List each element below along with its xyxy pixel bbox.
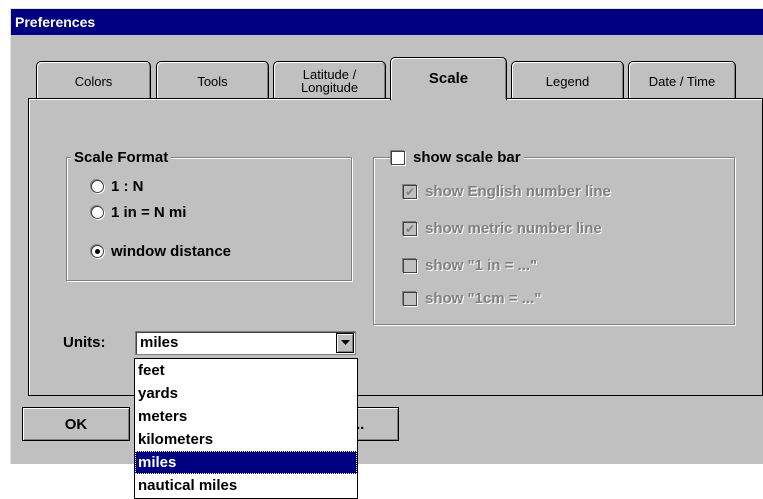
tab-latitude-longitude[interactable]: Latitude / Longitude bbox=[273, 61, 386, 100]
units-label: Units: bbox=[63, 334, 106, 351]
tab-legend[interactable]: Legend bbox=[511, 61, 624, 100]
chevron-down-icon bbox=[340, 340, 350, 345]
radio-button-icon bbox=[91, 206, 104, 219]
window-title: Preferences bbox=[11, 9, 763, 35]
radio-label: 1 : N bbox=[111, 178, 144, 195]
radio-1-n[interactable]: 1 : N bbox=[91, 178, 144, 195]
checkbox-label: show "1 in = ..." bbox=[425, 257, 538, 274]
tab-label: Latitude / Longitude bbox=[300, 67, 359, 95]
checkbox-label: show English number line bbox=[425, 183, 611, 200]
radio-label: 1 in = N mi bbox=[111, 204, 187, 221]
radio-1in-n-mi[interactable]: 1 in = N mi bbox=[91, 204, 186, 221]
ok-button[interactable]: OK bbox=[22, 407, 130, 441]
checkbox-label: show scale bar bbox=[413, 149, 521, 166]
checkbox-label: show metric number line bbox=[425, 220, 602, 237]
radio-window-distance[interactable]: window distance bbox=[91, 243, 231, 260]
units-value: miles bbox=[140, 334, 179, 351]
preferences-dialog: Preferences Colors Tools Latitude / Long… bbox=[10, 8, 763, 464]
show-scale-bar-checkbox[interactable]: show scale bar bbox=[391, 149, 524, 166]
units-select[interactable]: miles bbox=[135, 331, 356, 355]
show-1in-checkbox[interactable]: show "1 in = ..." bbox=[403, 257, 537, 274]
tab-label: Date / Time bbox=[648, 73, 716, 89]
dropdown-option[interactable]: yards bbox=[135, 382, 357, 405]
tab-label: Scale bbox=[428, 70, 469, 87]
dropdown-option-selected[interactable]: miles bbox=[135, 451, 357, 474]
show-metric-number-line-checkbox[interactable]: ✔ show metric number line bbox=[403, 220, 602, 237]
tab-label: Colors bbox=[74, 73, 113, 89]
radio-button-icon bbox=[91, 180, 104, 193]
tab-colors[interactable]: Colors bbox=[36, 61, 151, 100]
tab-scale[interactable]: Scale bbox=[390, 57, 507, 101]
tab-date-time[interactable]: Date / Time bbox=[628, 61, 736, 100]
radio-selected-icon bbox=[91, 245, 104, 258]
checkbox-icon bbox=[403, 258, 417, 273]
radio-label: window distance bbox=[111, 243, 232, 260]
units-dropdown-list: feet yards meters kilometers miles nauti… bbox=[134, 358, 358, 499]
tab-label: Tools bbox=[197, 73, 228, 89]
checkmark-icon: ✔ bbox=[403, 221, 417, 236]
dropdown-option[interactable]: meters bbox=[135, 405, 357, 428]
show-1cm-checkbox[interactable]: show "1cm = ..." bbox=[403, 290, 541, 307]
dropdown-option[interactable]: kilometers bbox=[135, 428, 357, 451]
checkbox-icon bbox=[403, 291, 417, 306]
tab-label: Legend bbox=[545, 73, 590, 89]
more-button[interactable]: .. bbox=[351, 407, 399, 441]
dropdown-option[interactable]: nautical miles bbox=[135, 474, 357, 497]
checkbox-icon bbox=[391, 150, 405, 165]
show-english-number-line-checkbox[interactable]: ✔ show English number line bbox=[403, 183, 611, 200]
ok-button-label: OK bbox=[64, 415, 88, 433]
dropdown-option[interactable]: feet bbox=[135, 359, 357, 382]
scale-format-title: Scale Format bbox=[71, 149, 172, 167]
checkmark-icon: ✔ bbox=[403, 184, 417, 199]
tab-tools[interactable]: Tools bbox=[156, 61, 269, 100]
dropdown-button[interactable] bbox=[336, 333, 354, 353]
checkbox-label: show "1cm = ..." bbox=[425, 290, 542, 307]
